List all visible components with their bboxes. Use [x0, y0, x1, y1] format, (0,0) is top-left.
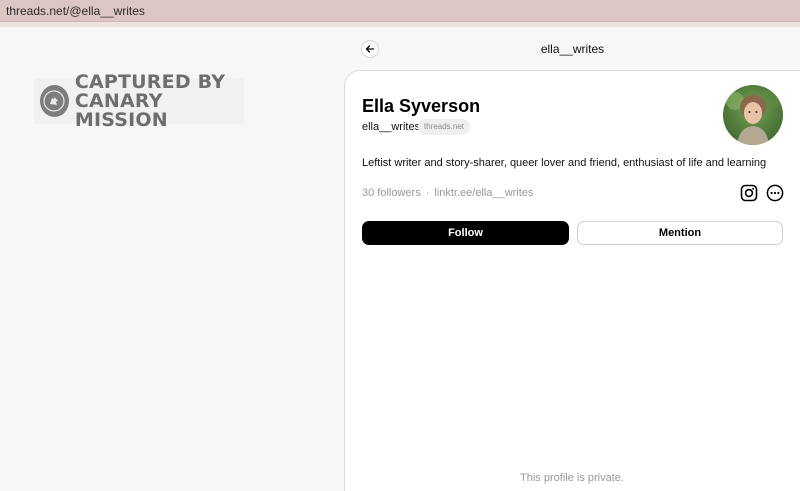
- watermark-line-2: CANARY MISSION: [74, 89, 168, 131]
- followers-link[interactable]: 30 followers: [362, 187, 421, 199]
- profile-meta: 30 followers · linktr.ee/ella__writes: [362, 187, 533, 199]
- profile-bio: Leftist writer and story-sharer, queer l…: [362, 157, 767, 169]
- meta-separator: ·: [425, 187, 430, 199]
- more-circle-icon[interactable]: [766, 184, 784, 202]
- back-button[interactable]: [361, 40, 379, 58]
- profile-name: Ella Syverson: [362, 96, 481, 116]
- instagram-icon[interactable]: [740, 184, 758, 202]
- avatar[interactable]: [723, 85, 783, 145]
- header-username: ella__writes: [540, 42, 605, 56]
- watermark: CAPTURED BY CANARY MISSION: [34, 72, 244, 129]
- address-bar[interactable]: threads.net/@ella__writes: [0, 0, 800, 22]
- watermark-text: CAPTURED BY CANARY MISSION: [74, 70, 244, 131]
- address-url[interactable]: threads.net/@ella__writes: [6, 4, 145, 18]
- canary-logo-icon: [40, 85, 69, 117]
- private-profile-message: This profile is private.: [520, 472, 624, 484]
- arrow-left-icon: [365, 45, 375, 53]
- profile-handle: ella__writes: [362, 121, 421, 133]
- profile-link[interactable]: linktr.ee/ella__writes: [434, 187, 533, 199]
- address-strip: [0, 22, 800, 27]
- mention-button[interactable]: Mention: [577, 221, 783, 245]
- watermark-line-1: CAPTURED BY: [74, 70, 226, 93]
- follow-button[interactable]: Follow: [362, 221, 569, 245]
- domain-badge[interactable]: threads.net: [418, 119, 471, 135]
